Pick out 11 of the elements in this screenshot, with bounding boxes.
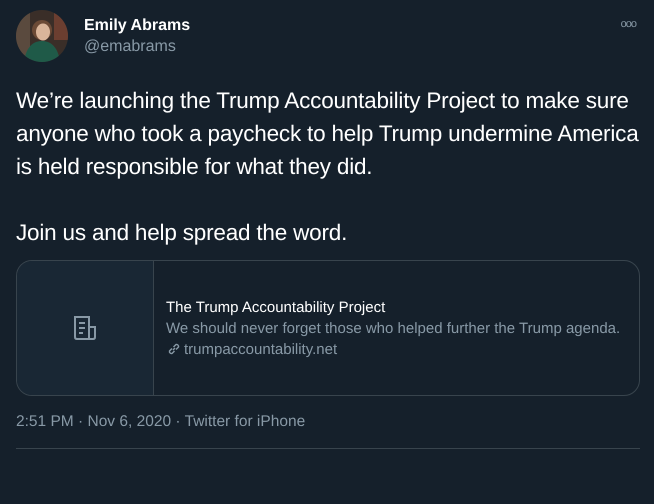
tweet-meta: 2:51 PM · Nov 6, 2020 · Twitter for iPhone — [16, 413, 306, 431]
tweet-text: We’re launching the Trump Accountability Project to make sure anyone who took a paycheck to help Trump undermine America is held responsible for what they did. — [16, 87, 640, 181]
more-button[interactable]: ooo — [620, 18, 636, 30]
author-handle[interactable]: @emabrams — [84, 36, 605, 58]
tweet-text: Join us and help spread the word. — [16, 219, 348, 247]
link-card[interactable]: The Trump Accountability Project We should never forget those who helped further the Trump agenda. trumpaccountability.net — [16, 260, 640, 396]
card-description: We should never forget those who helped further the Trump agenda. — [166, 318, 620, 338]
link-icon — [166, 341, 182, 357]
card-title: The Trump Accountability Project — [166, 298, 386, 318]
card-domain: trumpaccountability.net — [184, 340, 338, 360]
author-name[interactable]: Emily Abrams — [84, 16, 605, 36]
